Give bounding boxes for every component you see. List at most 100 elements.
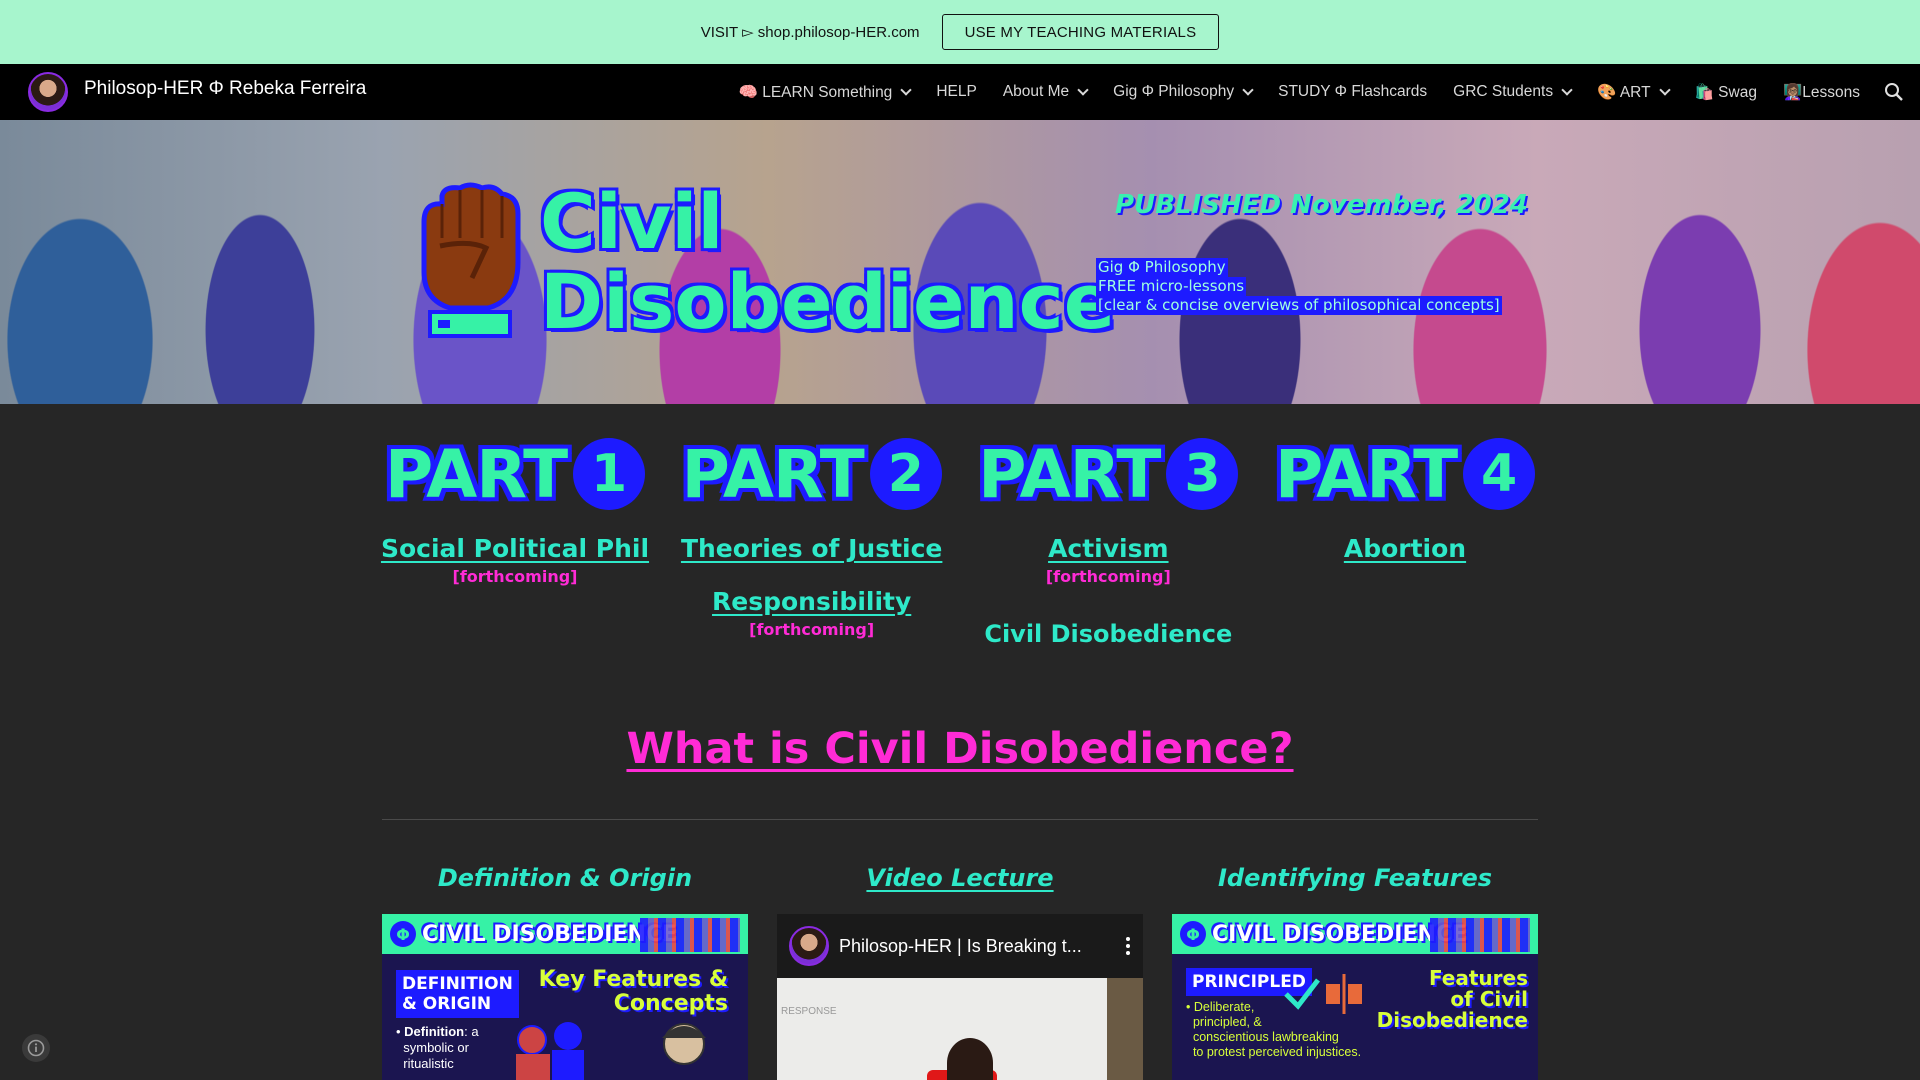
crowd-icon <box>1430 918 1530 952</box>
link-theories-of-justice[interactable]: Theories of Justice <box>681 534 942 563</box>
promo-text[interactable]: VISIT ▻ shop.philosop-HER.com <box>701 23 920 41</box>
caption-line: [clear & concise overviews of philosophi… <box>1096 296 1502 315</box>
part-badge: PART 2 <box>681 435 942 513</box>
nav-item-about[interactable]: About Me <box>1002 83 1089 101</box>
part-number: 3 <box>1166 438 1239 510</box>
section-title-link[interactable]: What is Civil Disobedience? <box>626 724 1293 774</box>
bullet-label: Definition <box>404 1024 465 1039</box>
bullet-text: ritualistic <box>403 1056 454 1071</box>
promo-banner: VISIT ▻ shop.philosop-HER.com USE MY TEA… <box>0 0 1920 64</box>
card-body: DEFINITION & ORIGIN Key Features & Conce… <box>382 954 748 1080</box>
part-number: 4 <box>1463 438 1536 510</box>
nav-item-swag[interactable]: 🛍️ Swag <box>1695 83 1757 102</box>
site-avatar[interactable] <box>28 72 68 112</box>
forthcoming-label: [forthcoming] <box>749 620 875 639</box>
nav-item-flashcards[interactable]: STUDY Φ Flashcards <box>1278 83 1427 101</box>
part-word: PART <box>681 435 865 513</box>
nav-item-grc-students[interactable]: GRC Students <box>1453 83 1573 101</box>
part-number: 2 <box>869 438 942 510</box>
parts-row: PART 1 Social Political Phil [forthcomin… <box>381 435 1536 648</box>
principled-bullet: • Deliberate, principled, & conscientiou… <box>1186 1000 1362 1059</box>
part-4: PART 4 Abortion <box>1275 436 1536 648</box>
published-date: PUBLISHED November, 2024 <box>1115 190 1528 220</box>
nav-item-label: HELP <box>936 83 977 100</box>
nav-item-label: GRC Students <box>1453 83 1554 100</box>
col-title-video-lecture[interactable]: Video Lecture <box>777 864 1143 892</box>
caption-line: Gig Φ Philosophy <box>1096 258 1228 277</box>
bullet-text: Deliberate, <box>1193 1000 1255 1014</box>
crowd-icon <box>640 918 740 952</box>
bullet-text: : a <box>464 1024 479 1039</box>
nav-item-art[interactable]: 🎨 ART <box>1597 83 1671 102</box>
part-2: PART 2 Theories of Justice Responsibilit… <box>681 436 942 648</box>
site-title[interactable]: Philosop-HER Φ Rebeka Ferreira <box>84 78 366 100</box>
col-title-identifying-features: Identifying Features <box>1217 864 1493 892</box>
key-features-heading: Key Features & Concepts <box>539 968 728 1016</box>
bullet-text: to protest perceived injustices. <box>1192 1045 1362 1059</box>
part-word: PART <box>1274 435 1458 513</box>
video-frame[interactable]: RESPONSE <box>777 978 1143 1080</box>
video-figure <box>947 1038 993 1080</box>
card-header-text: CIVIL DISOBEDIENCE <box>1212 921 1468 947</box>
video-lecture-embed[interactable]: Philosop-HER | Is Breaking t... RESPONSE <box>777 914 1143 1080</box>
nav-item-help[interactable]: HELP <box>936 83 977 101</box>
more-options-icon[interactable] <box>1113 937 1143 955</box>
nav-item-gig-philosophy[interactable]: Gig Φ Philosophy <box>1113 83 1254 101</box>
search-icon[interactable] <box>1884 82 1904 102</box>
link-social-political-phil[interactable]: Social Political Phil <box>381 534 649 563</box>
bullet-text: symbolic or <box>403 1040 469 1055</box>
raised-fist-icon <box>421 182 521 338</box>
tag-line: & ORIGIN <box>402 994 492 1014</box>
teaching-materials-button[interactable]: USE MY TEACHING MATERIALS <box>941 14 1220 50</box>
nav-item-label: 🎨 ART <box>1597 83 1651 101</box>
definition-card-image[interactable]: Φ CIVIL DISOBEDIENCE DEFINITION & ORIGIN… <box>382 914 748 1080</box>
nav-menu: 🧠 LEARN Something HELP About Me Gig Φ Ph… <box>739 64 1860 120</box>
nav-item-label: Gig Φ Philosophy <box>1113 83 1235 100</box>
link-activism[interactable]: Activism <box>1048 534 1168 563</box>
definition-bullet: • Definition: a symbolic or ritualistic <box>396 1024 479 1071</box>
chevron-down-icon[interactable] <box>1658 84 1671 96</box>
hero-banner: Civil Disobedience PUBLISHED November, 2… <box>0 120 1920 404</box>
nav-item-label: 🧠 LEARN Something <box>738 83 893 101</box>
features-heading: Features of Civil Disobedience <box>1377 968 1528 1031</box>
hero-title-line2: Disobedience <box>540 257 1116 346</box>
caption-line: FREE micro-lessons <box>1096 277 1247 296</box>
forthcoming-label: [forthcoming] <box>1045 567 1171 586</box>
whiteboard-text: RESPONSE <box>781 1006 837 1017</box>
current-page-label: Civil Disobedience <box>984 620 1233 648</box>
part-1: PART 1 Social Political Phil [forthcomin… <box>381 436 649 648</box>
part-word: PART <box>978 435 1161 513</box>
feature-line: of Civil <box>1450 987 1528 1011</box>
feature-line: Features <box>1428 966 1528 990</box>
chevron-down-icon[interactable] <box>1077 84 1089 96</box>
part-word: PART <box>384 435 568 513</box>
section-title: What is Civil Disobedience? <box>0 724 1920 774</box>
bullet-text: conscientious lawbreaking <box>1192 1030 1339 1044</box>
link-abortion[interactable]: Abortion <box>1344 534 1466 563</box>
feature-line: Key Features & <box>538 967 728 992</box>
chevron-down-icon[interactable] <box>1242 84 1254 96</box>
top-nav: Philosop-HER Φ Rebeka Ferreira 🧠 LEARN S… <box>0 64 1920 120</box>
card-header-text: CIVIL DISOBEDIENCE <box>422 921 678 947</box>
figures-illustration <box>516 1022 706 1080</box>
nav-item-learn[interactable]: 🧠 LEARN Something <box>738 83 912 102</box>
whiteboard: RESPONSE <box>777 978 1107 1080</box>
part-badge: PART 1 <box>384 435 646 513</box>
feature-line: Concepts <box>613 991 728 1016</box>
hero-caption: Gig Φ Philosophy FREE micro-lessons [cle… <box>1096 258 1502 315</box>
col-title-definition: Definition & Origin <box>437 864 693 892</box>
features-card-image[interactable]: Φ CIVIL DISOBEDIENCE PRINCIPLED Features… <box>1172 914 1538 1080</box>
definition-tag: DEFINITION & ORIGIN <box>396 970 519 1018</box>
video-title-bar: Philosop-HER | Is Breaking t... <box>777 914 1143 978</box>
nav-item-lessons[interactable]: 👩🏽‍🏫Lessons <box>1783 83 1860 102</box>
forthcoming-label: [forthcoming] <box>452 567 578 586</box>
nav-item-label: About Me <box>1002 83 1070 100</box>
phi-icon: Φ <box>1180 921 1206 947</box>
info-icon[interactable] <box>22 1034 50 1062</box>
chevron-down-icon[interactable] <box>900 84 912 96</box>
channel-avatar[interactable] <box>789 926 829 966</box>
hero-title: Civil Disobedience <box>540 182 1115 342</box>
video-title[interactable]: Philosop-HER | Is Breaking t... <box>839 936 1103 957</box>
link-responsibility[interactable]: Responsibility <box>712 587 911 616</box>
chevron-down-icon[interactable] <box>1561 84 1573 96</box>
